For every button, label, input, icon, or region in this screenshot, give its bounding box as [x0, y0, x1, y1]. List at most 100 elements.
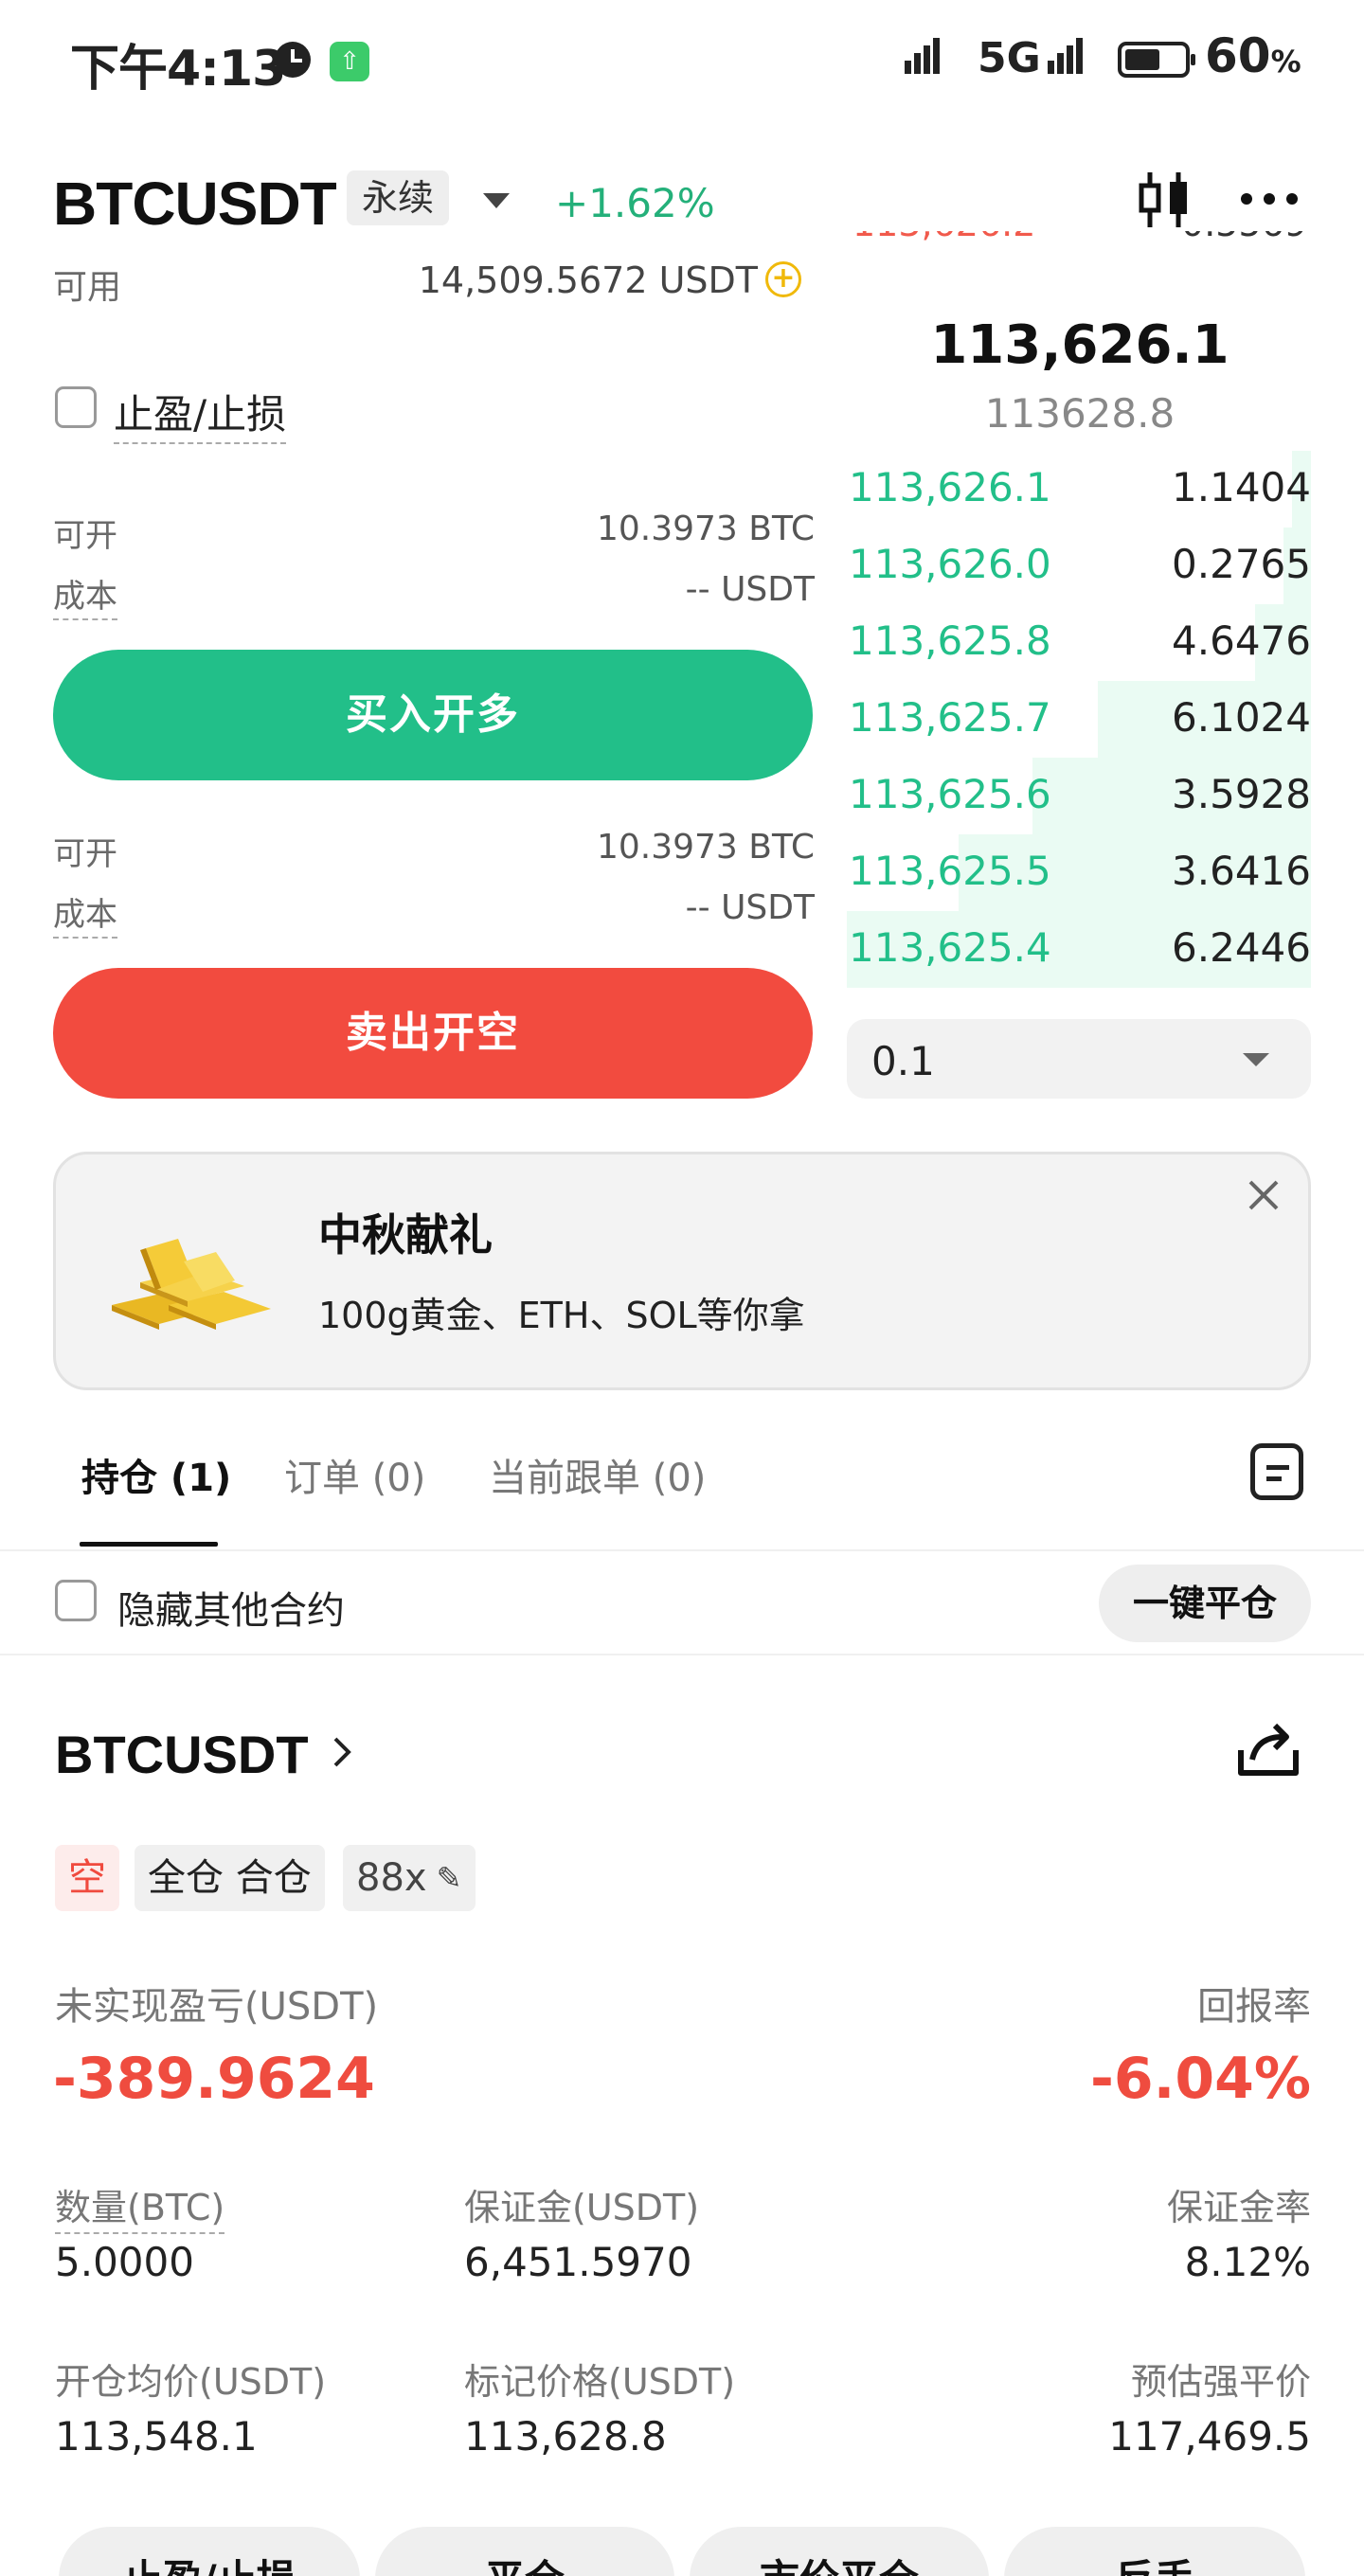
entry-price-value: 113,548.1 [55, 2413, 258, 2460]
position-side-tag: 空 [55, 1845, 119, 1911]
document-icon[interactable] [1250, 1443, 1303, 1500]
margin-mode-tag: 全仓 合仓 [135, 1845, 325, 1911]
bid-qty: 3.5928 [1172, 771, 1311, 817]
position-symbol[interactable]: BTCUSDT [55, 1724, 309, 1785]
status-time: 下午4:13 [70, 41, 286, 98]
mark-price-label: 标记价格(USDT) [464, 2361, 736, 2403]
bid-price: 113,625.5 [849, 848, 1051, 894]
battery-icon [1118, 42, 1195, 78]
signal-icon-2 [1048, 38, 1086, 74]
tab-copy-orders[interactable]: 当前跟单 (0) [489, 1447, 706, 1502]
bid-price: 113,625.7 [849, 694, 1051, 741]
hide-other-contracts-checkbox[interactable] [55, 1580, 97, 1621]
bid-row[interactable]: 113,625.4 6.2446 [847, 911, 1311, 988]
close-all-button[interactable]: 一键平仓 [1099, 1565, 1311, 1642]
short-cost-value: -- USDT [685, 888, 815, 927]
add-funds-icon[interactable]: + [765, 261, 801, 297]
tpsl-label[interactable]: 止盈/止损 [114, 383, 287, 444]
margin-ratio-value: 8.12% [1184, 2239, 1311, 2285]
liquidation-price-label: 预估强平价 [1130, 2361, 1311, 2403]
ask-price: 113,626.2 [852, 231, 1035, 244]
short-max-open-label: 可开 [53, 835, 117, 873]
signal-icon [905, 38, 942, 74]
long-cost-value: -- USDT [685, 570, 815, 609]
more-options-icon[interactable] [1239, 186, 1300, 212]
symbol-dropdown-icon[interactable] [483, 193, 510, 208]
leverage-value: 88x [356, 1856, 427, 1900]
long-max-open-value: 10.3973 BTC [596, 510, 815, 548]
bid-qty: 3.6416 [1172, 848, 1311, 894]
quantity-label: 数量(BTC) [55, 2178, 225, 2234]
close-position-button[interactable]: 平仓 [375, 2527, 674, 2576]
reverse-position-button[interactable]: 反手 [1004, 2527, 1305, 2576]
long-max-open-label: 可开 [53, 517, 117, 555]
bid-qty: 6.1024 [1172, 694, 1311, 741]
roe-value: -6.04% [1089, 2046, 1311, 2112]
bid-price: 113,626.0 [849, 541, 1051, 587]
bid-row[interactable]: 113,626.1 1.1404 [847, 451, 1311, 528]
active-tab-indicator [80, 1542, 218, 1547]
bid-row[interactable]: 113,625.8 4.6476 [847, 604, 1311, 681]
market-close-button[interactable]: 市价平仓 [690, 2527, 989, 2576]
buy-long-button[interactable]: 买入开多 [53, 650, 813, 780]
bid-price: 113,626.1 [849, 464, 1051, 510]
alarm-icon [275, 42, 311, 78]
hide-other-contracts-label[interactable]: 隐藏其他合约 [117, 1580, 345, 1635]
available-label: 可用 [53, 268, 122, 307]
price-change-percent: +1.62% [555, 180, 715, 226]
order-book-ask-row[interactable]: 113,626.2 0.5569 [843, 231, 1317, 290]
mark-price: 113628.8 [984, 390, 1176, 437]
leverage-tag[interactable]: 88x ✎ [343, 1845, 476, 1911]
margin-label: 保证金(USDT) [464, 2187, 700, 2228]
unrealized-pnl-label: 未实现盈亏(USDT) [55, 1985, 379, 2029]
chevron-right-icon[interactable] [328, 1733, 356, 1771]
quantity-value: 5.0000 [55, 2239, 194, 2285]
close-icon[interactable] [1245, 1176, 1283, 1214]
bid-qty: 0.2765 [1172, 541, 1311, 587]
bid-row[interactable]: 113,625.6 3.5928 [847, 758, 1311, 834]
tab-orders[interactable]: 订单 (0) [284, 1447, 425, 1502]
bid-qty: 6.2446 [1172, 924, 1311, 971]
bid-row[interactable]: 113,626.0 0.2765 [847, 528, 1311, 604]
candlestick-chart-icon[interactable] [1137, 170, 1194, 229]
gold-bars-icon [112, 1239, 271, 1330]
share-icon[interactable] [1233, 1714, 1303, 1782]
tpsl-button[interactable]: 止盈/止损 [59, 2527, 360, 2576]
entry-price-label: 开仓均价(USDT) [55, 2361, 327, 2403]
bid-price: 113,625.6 [849, 771, 1051, 817]
edit-icon: ✎ [426, 1860, 462, 1896]
cloud-upload-icon: ⇧ [330, 42, 369, 81]
margin-value: 6,451.5970 [464, 2239, 692, 2285]
contract-type-badge: 永续 [347, 170, 450, 225]
ask-qty: 0.5569 [1181, 231, 1307, 244]
order-book-bids: 113,626.1 1.1404 113,626.0 0.2765 113,625.8 4… [847, 451, 1311, 988]
chevron-down-icon[interactable] [1243, 1053, 1269, 1066]
margin-ratio-label: 保证金率 [1166, 2187, 1311, 2228]
symbol-title[interactable]: BTCUSDT [53, 169, 337, 239]
divider [0, 1549, 1364, 1551]
sell-short-button[interactable]: 卖出开空 [53, 968, 813, 1099]
roe-label: 回报率 [1197, 1985, 1311, 2029]
long-cost-label: 成本 [53, 570, 117, 620]
network-label: 5G [978, 34, 1041, 82]
bid-price: 113,625.4 [849, 924, 1051, 971]
short-max-open-value: 10.3973 BTC [596, 828, 815, 867]
bid-row[interactable]: 113,625.5 3.6416 [847, 834, 1311, 911]
promo-subtitle: 100g黄金、ETH、SOL等你拿 [318, 1295, 805, 1336]
divider [0, 1654, 1364, 1655]
mark-price-value: 113,628.8 [464, 2413, 667, 2460]
last-price[interactable]: 113,626.1 [843, 314, 1317, 376]
bid-qty: 4.6476 [1172, 617, 1311, 664]
tpsl-checkbox[interactable] [55, 386, 97, 428]
promo-title: 中秋献礼 [318, 1209, 493, 1261]
tab-positions[interactable]: 持仓 (1) [81, 1447, 231, 1502]
liquidation-price-value: 117,469.5 [1108, 2413, 1311, 2460]
unrealized-pnl-value: -389.9624 [53, 2046, 375, 2112]
battery-percent: 60% [1205, 28, 1301, 83]
available-balance: 14,509.5672 USDT [418, 259, 758, 301]
short-cost-label: 成本 [53, 888, 117, 939]
price-step-value: 0.1 [871, 1038, 935, 1084]
bid-row[interactable]: 113,625.7 6.1024 [847, 681, 1311, 758]
bid-price: 113,625.8 [849, 617, 1051, 664]
bid-qty: 1.1404 [1172, 464, 1311, 510]
